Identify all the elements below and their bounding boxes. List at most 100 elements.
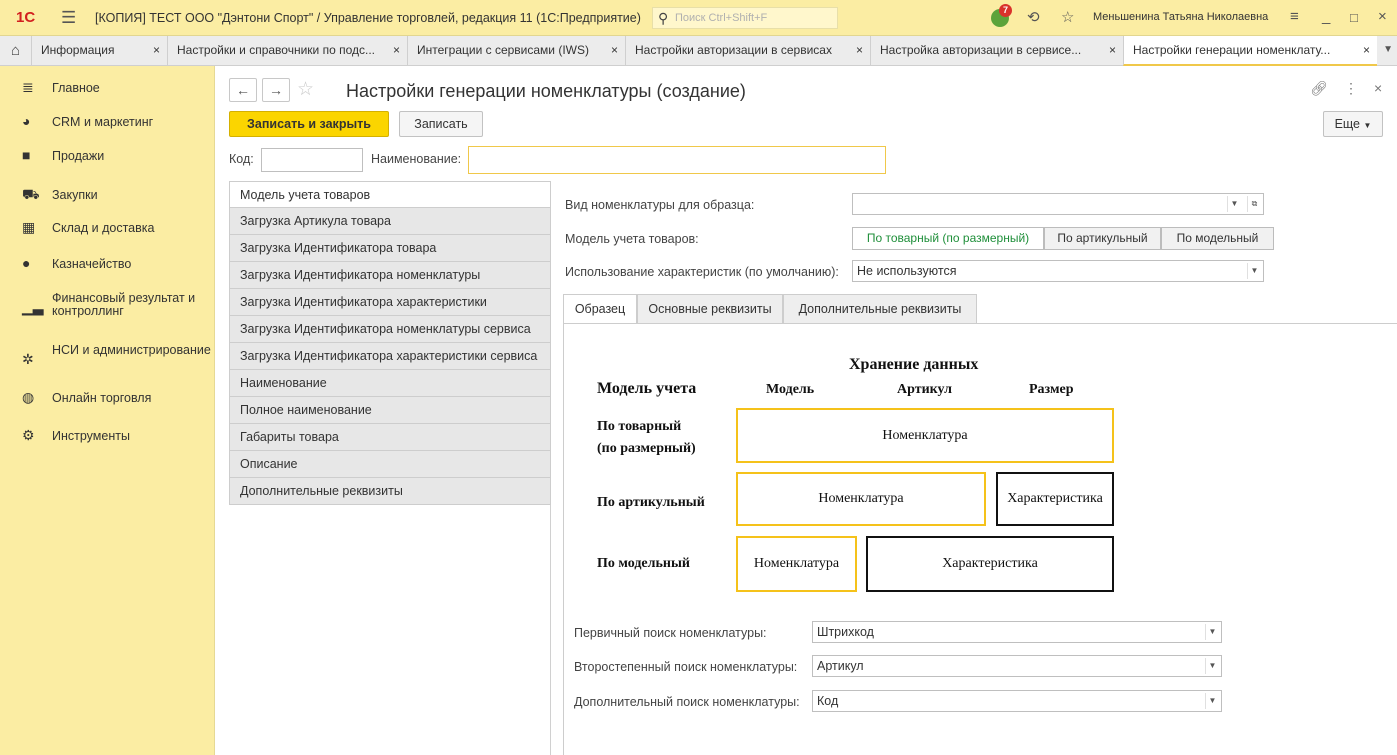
list-item[interactable]: Дополнительные реквизиты — [229, 478, 551, 505]
sidebar-item-crm[interactable]: ◕ CRM и маркетинг — [0, 107, 215, 137]
list-item[interactable]: Загрузка Идентификатора характеристики с… — [229, 343, 551, 370]
list-item[interactable]: Загрузка Идентификатора характеристики — [229, 289, 551, 316]
close-tab-icon[interactable]: × — [1109, 36, 1116, 65]
code-field[interactable] — [261, 148, 363, 172]
sidebar-item-label: Закупки — [52, 188, 98, 202]
sidebar-item-finance[interactable]: ▁▃ Финансовый результат и контроллинг — [0, 289, 215, 323]
model-label: Модель учета товаров: — [565, 232, 699, 246]
tab-information[interactable]: Информация × — [31, 36, 167, 66]
forward-button[interactable]: → — [262, 78, 290, 102]
back-button[interactable]: ← — [229, 78, 257, 102]
model-option-model[interactable]: По модельный — [1161, 227, 1274, 250]
tab-additional-attributes[interactable]: Дополнительные реквизиты — [783, 294, 977, 324]
primary-search-value: Штрихкод — [817, 625, 874, 639]
history-icon[interactable]: ⟲ — [1027, 8, 1040, 26]
tabs-dropdown-icon[interactable]: ▼ — [1383, 44, 1393, 55]
additional-search-field[interactable]: Код ▼ — [812, 690, 1222, 712]
sidebar-item-online[interactable]: ◍ Онлайн торговля — [0, 383, 215, 413]
sidebar-item-purchases[interactable]: ⛟ Закупки — [0, 180, 215, 210]
list-item[interactable]: Загрузка Артикула товара — [229, 208, 551, 235]
sidebar-item-label: Инструменты — [52, 429, 130, 443]
list-item[interactable]: Загрузка Идентификатора товара — [229, 235, 551, 262]
secondary-search-value: Артикул — [817, 659, 864, 673]
tab-sample[interactable]: Образец — [563, 294, 637, 324]
menu-icon: ≣ — [22, 79, 34, 95]
secondary-search-field[interactable]: Артикул ▼ — [812, 655, 1222, 677]
tab-generation-settings[interactable]: Настройки генерации номенклату... × — [1123, 36, 1377, 66]
tab-label: Интеграции с сервисами (IWS) — [417, 43, 590, 57]
sidebar-item-warehouse[interactable]: ▦ Склад и доставка — [0, 213, 215, 243]
tab-auth-setup[interactable]: Настройка авторизации в сервисе... × — [870, 36, 1123, 66]
model-option-article[interactable]: По артикульный — [1044, 227, 1161, 250]
kind-label: Вид номенклатуры для образца: — [565, 198, 755, 212]
tools-icon: ⚙ — [22, 427, 35, 443]
additional-search-value: Код — [817, 694, 839, 708]
ruble-icon: ● — [22, 255, 31, 271]
list-item[interactable]: Полное наименование — [229, 397, 551, 424]
open-icon[interactable]: ⧉ — [1247, 196, 1261, 212]
chevron-down-icon[interactable]: ▼ — [1227, 196, 1241, 212]
primary-search-field[interactable]: Штрихкод ▼ — [812, 621, 1222, 643]
minimize-icon[interactable]: _ — [1322, 8, 1330, 25]
home-icon[interactable]: ⌂ — [0, 36, 31, 66]
sidebar-item-label: НСИ и администрирование — [52, 343, 211, 357]
link-icon[interactable]: 🔗︎ — [1310, 80, 1328, 97]
tab-main-attributes[interactable]: Основные реквизиты — [637, 294, 783, 324]
search-placeholder: Поиск Ctrl+Shift+F — [675, 12, 768, 24]
characteristics-label: Использование характеристик (по умолчани… — [565, 265, 839, 279]
user-name[interactable]: Меньшенина Татьяна Николаевна — [1093, 11, 1268, 23]
more-vertical-icon[interactable]: ⋮ — [1344, 80, 1358, 97]
model-option-product[interactable]: По товарный (по размерный) — [852, 227, 1044, 250]
chevron-down-icon[interactable]: ▼ — [1247, 263, 1261, 279]
more-button[interactable]: Еще ▼ — [1323, 111, 1383, 137]
tab-auth-settings[interactable]: Настройки авторизации в сервисах × — [625, 36, 870, 66]
name-field[interactable] — [468, 146, 886, 174]
kind-field[interactable]: ▼ ⧉ — [852, 193, 1264, 215]
characteristics-field[interactable]: Не используются ▼ — [852, 260, 1264, 282]
close-tab-icon[interactable]: × — [611, 36, 618, 65]
additional-search-label: Дополнительный поиск номенклатуры: — [574, 695, 800, 709]
open-tabs-bar: ⌂ Информация × Настройки и справочники по… — [0, 36, 1397, 66]
global-search[interactable]: ⚲ Поиск Ctrl+Shift+F — [652, 7, 838, 29]
favorite-star-icon[interactable]: ☆ — [297, 78, 314, 101]
chevron-down-icon[interactable]: ▼ — [1205, 624, 1219, 640]
sidebar-item-main[interactable]: ≣ Главное — [0, 73, 215, 103]
chevron-down-icon: ▼ — [1363, 121, 1372, 130]
close-tab-icon[interactable]: × — [153, 36, 160, 65]
close-window-icon[interactable]: × — [1378, 8, 1387, 25]
notifications-icon[interactable]: 7 — [991, 4, 1012, 27]
list-item[interactable]: Габариты товара — [229, 424, 551, 451]
list-item[interactable]: Наименование — [229, 370, 551, 397]
close-tab-icon[interactable]: × — [1363, 36, 1370, 64]
close-tab-icon[interactable]: × — [393, 36, 400, 65]
list-item[interactable]: Описание — [229, 451, 551, 478]
tab-integrations[interactable]: Интеграции с сервисами (IWS) × — [407, 36, 625, 66]
save-button[interactable]: Записать — [399, 111, 483, 137]
list-item[interactable]: Загрузка Идентификатора номенклатуры сер… — [229, 316, 551, 343]
bar-chart-icon: ▁▃ — [22, 299, 44, 315]
favorites-star-icon[interactable]: ☆ — [1061, 8, 1074, 26]
storage-title: Хранение данных — [849, 356, 979, 373]
tab-settings-references[interactable]: Настройки и справочники по подс... × — [167, 36, 407, 66]
settings-menu-icon[interactable]: ≡ — [1290, 8, 1299, 25]
chevron-down-icon[interactable]: ▼ — [1205, 658, 1219, 674]
close-form-icon[interactable]: × — [1374, 80, 1382, 96]
main-menu-icon[interactable]: ☰ — [61, 8, 76, 28]
save-and-close-button[interactable]: Записать и закрыть — [229, 111, 389, 137]
sidebar-item-sales[interactable]: ■ Продажи — [0, 141, 215, 171]
maximize-icon[interactable]: □ — [1350, 10, 1358, 25]
sidebar-item-label: Главное — [52, 81, 100, 95]
characteristic-box: Характеристика — [866, 536, 1114, 592]
code-label: Код: — [229, 152, 254, 166]
list-item-accounting-model[interactable]: Модель учета товаров — [229, 181, 551, 208]
model-header: Модель учета — [597, 380, 697, 397]
close-tab-icon[interactable]: × — [856, 36, 863, 65]
sidebar-item-treasury[interactable]: ● Казначейство — [0, 249, 215, 279]
sidebar-item-tools[interactable]: ⚙ Инструменты — [0, 421, 215, 451]
characteristics-value: Не используются — [857, 264, 957, 278]
list-item[interactable]: Загрузка Идентификатора номенклатуры — [229, 262, 551, 289]
chevron-down-icon[interactable]: ▼ — [1205, 693, 1219, 709]
sidebar-item-admin[interactable]: ✲ НСИ и администрирование — [0, 341, 215, 375]
column-size: Размер — [1029, 382, 1074, 397]
sidebar-item-label: Казначейство — [52, 257, 132, 271]
